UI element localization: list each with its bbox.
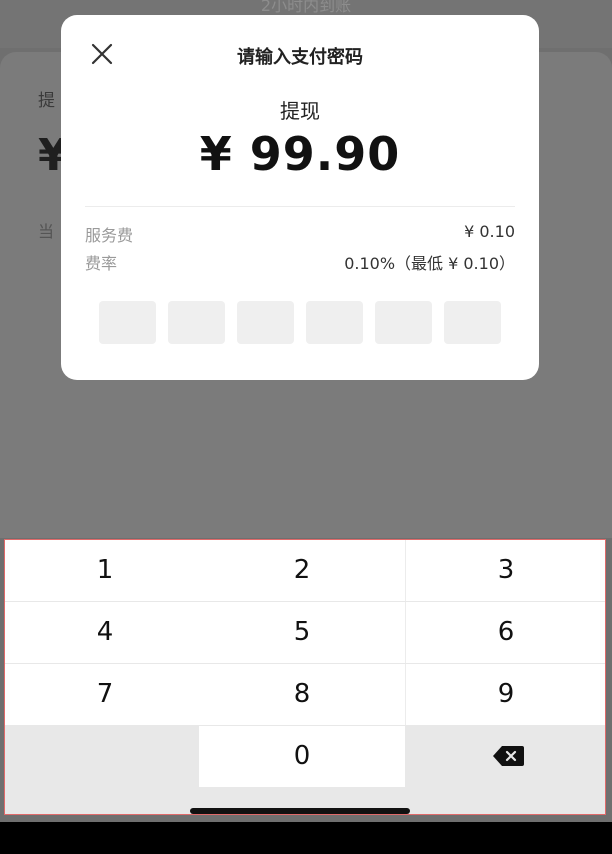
pin-digit-box xyxy=(306,301,363,344)
delete-key[interactable] xyxy=(405,726,605,787)
payment-password-dialog: 请输入支付密码 提现 ¥ 99.90 服务费 ¥ 0.10 费率 0.10%（最… xyxy=(61,15,539,380)
withdraw-amount: ¥ 99.90 xyxy=(199,127,401,181)
key-8[interactable]: 8 xyxy=(199,664,405,725)
divider xyxy=(85,206,515,207)
background-withdraw-label: 提 xyxy=(38,91,55,111)
pin-digit-box xyxy=(444,301,501,344)
service-fee-value: ¥ 0.10 xyxy=(464,222,515,241)
arrival-time-text: 2小时内到账 xyxy=(260,0,352,15)
key-7[interactable]: 7 xyxy=(5,664,206,725)
key-6[interactable]: 6 xyxy=(405,602,605,663)
home-indicator xyxy=(190,808,410,814)
dialog-title: 请输入支付密码 xyxy=(237,47,363,68)
key-0[interactable]: 0 xyxy=(199,726,405,787)
pin-input[interactable] xyxy=(99,301,501,344)
key-9[interactable]: 9 xyxy=(405,664,605,725)
key-4[interactable]: 4 xyxy=(5,602,206,663)
background-note: 当 xyxy=(38,222,55,241)
pin-digit-box xyxy=(99,301,156,344)
backspace-icon xyxy=(493,746,524,766)
pin-digit-box xyxy=(375,301,432,344)
bottom-bar xyxy=(0,822,612,854)
key-1[interactable]: 1 xyxy=(5,540,206,601)
fee-rate-row: 费率 0.10%（最低 ¥ 0.10） xyxy=(85,250,515,273)
service-fee-row: 服务费 ¥ 0.10 xyxy=(85,222,515,245)
service-fee-label: 服务费 xyxy=(85,226,134,245)
key-blank xyxy=(5,726,205,787)
key-2[interactable]: 2 xyxy=(199,540,405,601)
fee-rate-label: 费率 xyxy=(85,254,118,273)
fee-rate-value: 0.10%（最低 ¥ 0.10） xyxy=(344,254,515,273)
numeric-keypad: 1 2 3 4 5 6 7 8 9 0 xyxy=(4,539,606,815)
pin-digit-box xyxy=(237,301,294,344)
pin-digit-box xyxy=(168,301,225,344)
withdraw-label: 提现 xyxy=(280,99,320,123)
key-3[interactable]: 3 xyxy=(405,540,605,601)
key-5[interactable]: 5 xyxy=(199,602,405,663)
